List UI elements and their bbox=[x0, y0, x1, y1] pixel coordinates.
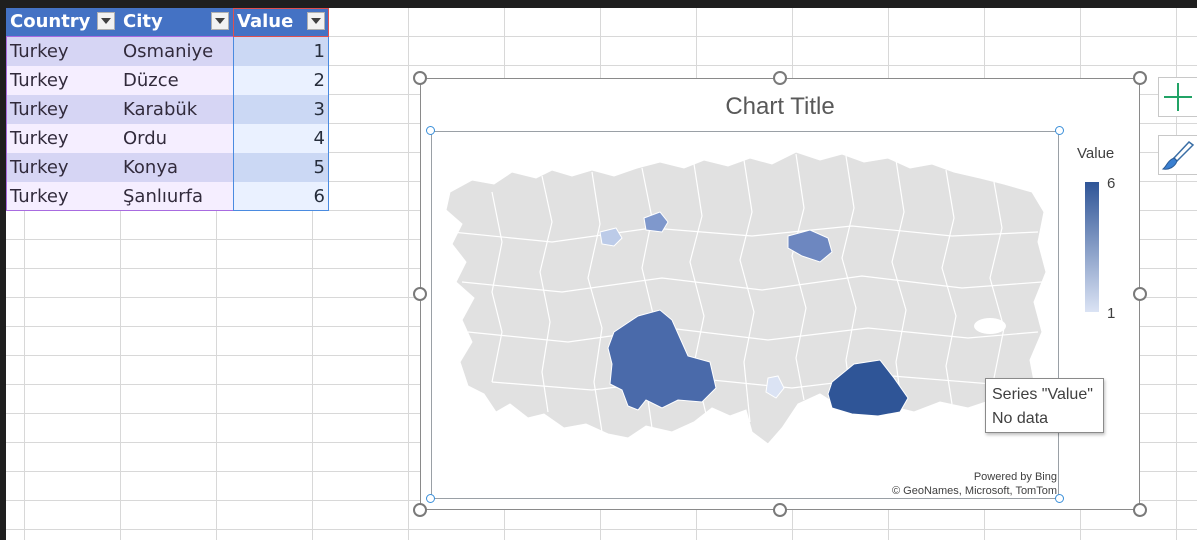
powered-by-label: Powered by Bing bbox=[973, 471, 1057, 483]
paintbrush-icon bbox=[1161, 140, 1195, 170]
tooltip-series-line: Series "Value" bbox=[992, 386, 1093, 403]
plus-icon bbox=[1164, 83, 1192, 111]
header-country-label: Country bbox=[10, 11, 91, 32]
legend-title[interactable]: Value bbox=[1077, 145, 1114, 162]
legend-min-label: 1 bbox=[1107, 305, 1116, 322]
values-range-highlight bbox=[233, 36, 329, 211]
plot-area[interactable] bbox=[431, 131, 1059, 499]
column-header-strip bbox=[0, 0, 1197, 8]
plot-handle-top-right[interactable] bbox=[1055, 126, 1064, 135]
header-country[interactable]: Country bbox=[6, 8, 119, 36]
tooltip-value-line: No data bbox=[992, 410, 1049, 427]
filter-dropdown-icon[interactable] bbox=[211, 12, 229, 30]
chart-elements-button[interactable] bbox=[1158, 77, 1197, 117]
resize-handle-bottom-left[interactable] bbox=[413, 503, 427, 517]
chart-styles-button[interactable] bbox=[1158, 135, 1197, 175]
color-scale-bar[interactable] bbox=[1085, 182, 1099, 312]
category-range-highlight bbox=[6, 36, 234, 211]
series-name-highlight bbox=[233, 8, 329, 37]
chart-title[interactable]: Chart Title bbox=[421, 93, 1139, 121]
map-chart[interactable]: Chart Title Value 6 1 Powered by Bing © … bbox=[420, 78, 1140, 510]
map-base-region bbox=[445, 151, 1047, 445]
series-tooltip: Series "Value" No data bbox=[985, 378, 1104, 433]
resize-handle-left[interactable] bbox=[413, 287, 427, 301]
resize-handle-right[interactable] bbox=[1133, 287, 1147, 301]
legend-max-label: 6 bbox=[1107, 175, 1116, 192]
resize-handle-bottom[interactable] bbox=[773, 503, 787, 517]
map-attribution: © GeoNames, Microsoft, TomTom bbox=[892, 485, 1057, 497]
header-city[interactable]: City bbox=[119, 8, 233, 36]
plot-handle-bottom-right[interactable] bbox=[1055, 494, 1064, 503]
turkey-map[interactable] bbox=[432, 132, 1058, 498]
header-city-label: City bbox=[123, 11, 163, 32]
resize-handle-top[interactable] bbox=[773, 71, 787, 85]
plot-handle-top-left[interactable] bbox=[426, 126, 435, 135]
filter-dropdown-icon[interactable] bbox=[97, 12, 115, 30]
resize-handle-top-left[interactable] bbox=[413, 71, 427, 85]
plot-handle-bottom-left[interactable] bbox=[426, 494, 435, 503]
lake-van bbox=[974, 318, 1006, 334]
resize-handle-bottom-right[interactable] bbox=[1133, 503, 1147, 517]
resize-handle-top-right[interactable] bbox=[1133, 71, 1147, 85]
